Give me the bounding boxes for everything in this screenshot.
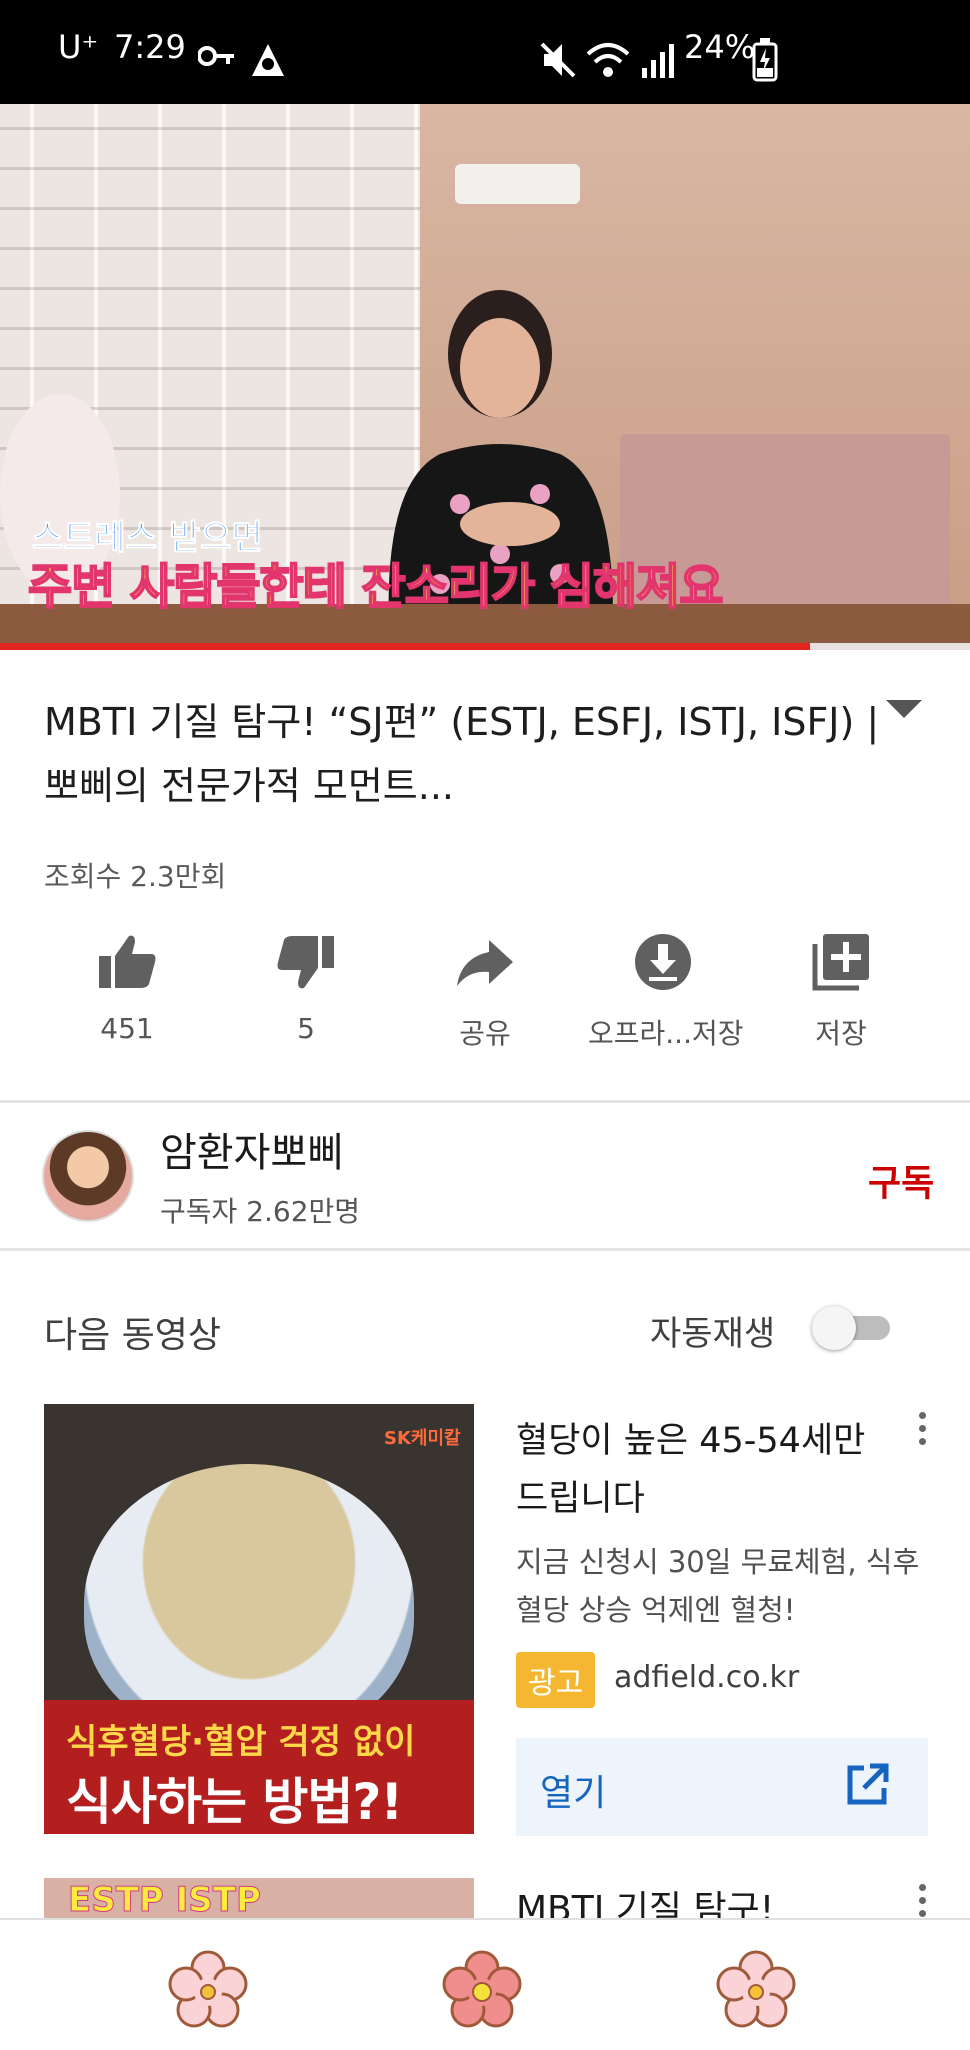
ad-description: 지금 신청시 30일 무료체험, 식후 혈당 상승 억제엔 혈청! [516,1545,920,1627]
share-icon [457,940,513,986]
mute-icon [540,42,576,78]
ad-thumb-text1: 식후혈당·혈압 걱정 없이 [66,1722,416,1762]
bottom-navigation [0,1918,970,2050]
channel-name[interactable]: 암환자뽀삐 [160,1120,344,1178]
ad-thumb-logo: SK케미칼 [384,1428,461,1449]
expand-description-icon[interactable] [886,700,922,718]
download-label: 오프라...저장 [588,1017,744,1050]
flower-home-icon[interactable] [168,1950,248,2030]
ad-more-options-icon[interactable] [912,1412,932,1456]
ad-badge: 광고 [516,1652,596,1708]
status-bar: U⁺ 7:29 24% [0,0,970,104]
save-button[interactable]: 저장 [766,930,916,1070]
battery-charging-icon [752,38,778,82]
thumbs-down-icon [277,936,334,989]
flower-active-icon[interactable] [442,1950,522,2030]
view-count: 조회수 2.3만회 [44,860,227,893]
autoplay-label: 자동재생 [650,1314,776,1354]
share-label: 공유 [459,1017,511,1050]
ad-thumbnail[interactable]: SK케미칼 식후혈당·혈압 걱정 없이 식사하는 방법?! [44,1404,474,1834]
download-icon [635,934,691,990]
clock: 7:29 [114,28,186,66]
save-label: 저장 [815,1017,867,1050]
subscribe-button[interactable]: 구독 [868,1154,934,1206]
divider [0,1248,970,1251]
vpn-icon [252,44,284,76]
ad-domain: adfield.co.kr [614,1660,800,1695]
next-video-thumbnail[interactable]: ESTP ISTP [44,1878,474,1918]
divider [0,1100,970,1103]
video-subtitle-line2: 주변 사람들한테 잔소리가 심해져요 [27,558,725,616]
download-button[interactable]: 오프라...저장 [588,930,744,1070]
up-next-heading: 다음 동영상 [44,1315,222,1356]
channel-avatar[interactable] [42,1130,134,1222]
ad-title[interactable]: 혈당이 높은 45-54세만 드립니다 [516,1412,896,1528]
video-title[interactable]: MBTI 기질 탐구! “SJ편” (ESTJ, ESFJ, ISTJ, ISF… [44,690,884,818]
next-video-more-options-icon[interactable] [912,1884,932,1917]
add-to-playlist-icon [812,934,869,991]
autoplay-toggle[interactable] [812,1306,896,1350]
flower-library-icon[interactable] [716,1950,796,2030]
ad-open-button[interactable]: 열기 [516,1738,928,1836]
like-button[interactable]: 451 [52,930,202,1070]
video-progress-bar[interactable] [0,643,970,650]
video-progress-fill [0,643,810,650]
subscriber-count: 구독자 2.62만명 [160,1195,361,1228]
key-icon [198,46,234,66]
video-frame-air-conditioner [455,164,580,204]
like-count: 451 [100,1012,154,1045]
ad-thumb-text2: 식사하는 방법?! [66,1773,403,1831]
wifi-icon [586,43,630,77]
autoplay-toggle-knob [812,1306,856,1350]
battery-percent: 24% [684,28,756,66]
ad-open-label: 열기 [540,1773,607,1814]
share-button[interactable]: 공유 [410,930,560,1070]
thumbs-up-icon [99,935,156,988]
signal-icon [642,44,674,78]
next-video-thumb-text: ESTP ISTP [68,1880,262,1919]
carrier-label: U⁺ [58,28,99,66]
video-player[interactable]: 스트레스 받으면 주변 사람들한테 잔소리가 심해져요 [0,104,970,650]
dislike-button[interactable]: 5 [231,930,381,1070]
external-link-icon [847,1763,889,1805]
dislike-count: 5 [297,1012,315,1045]
